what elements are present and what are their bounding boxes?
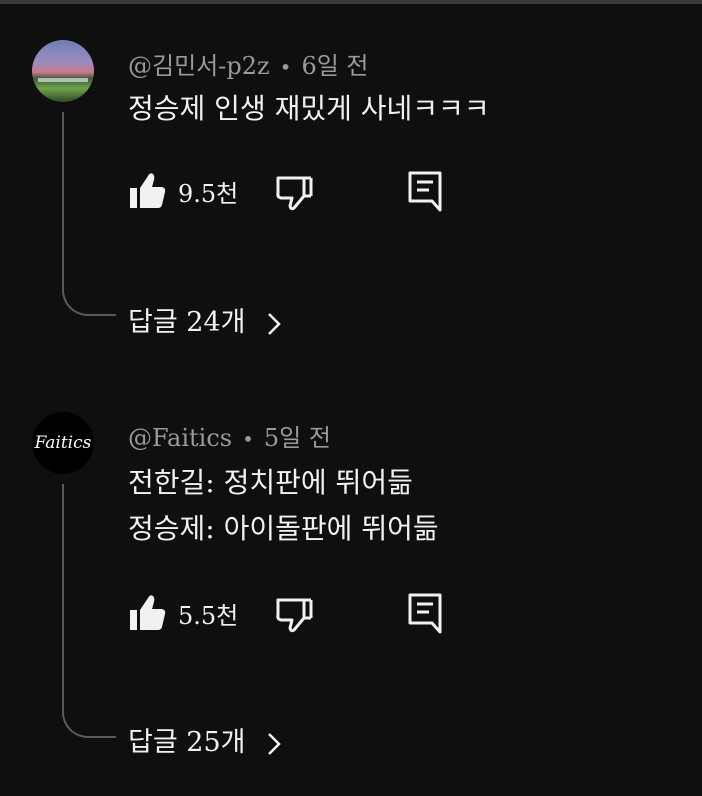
faitics-logo-avatar: Faitics <box>34 433 92 453</box>
dislike-button[interactable] <box>274 590 314 634</box>
replies-label: 답글 25개 <box>128 727 246 758</box>
comment-time[interactable]: 6일 전 <box>301 52 368 80</box>
thread-connector <box>62 112 116 316</box>
comment-header: @Faitics • 5일 전 <box>128 418 331 453</box>
avatar[interactable] <box>32 40 94 102</box>
view-replies-button[interactable]: 답글 25개 <box>128 720 282 759</box>
comment-text: 전한길: 정치판에 뛰어듦 정승제: 아이돌판에 뛰어듦 <box>128 460 439 552</box>
thumbs-down-icon <box>276 598 313 633</box>
like-count: 9.5천 <box>178 180 239 208</box>
like-button[interactable] <box>128 168 168 212</box>
comment-thread: Faitics @Faitics • 5일 전 전한길: 정치판에 뛰어듦 정승제:… <box>0 380 702 796</box>
avatar[interactable]: Faitics <box>32 412 94 474</box>
comment-icon <box>408 171 442 212</box>
thread-connector <box>62 484 116 738</box>
thumbs-up-icon <box>130 595 166 630</box>
dislike-button[interactable] <box>274 168 314 212</box>
separator-dot: • <box>242 427 254 451</box>
chevron-right-icon <box>268 312 281 335</box>
comment-text: 정승제 인생 재밌게 사네ㅋㅋㅋ <box>128 86 490 132</box>
thumbs-down-icon <box>276 176 313 211</box>
stadium-photo-avatar <box>32 40 94 102</box>
replies-label: 답글 24개 <box>128 307 246 338</box>
comment-line: 정승제: 아이돌판에 뛰어듦 <box>128 512 439 545</box>
chevron-right-icon <box>268 732 281 755</box>
like-button[interactable] <box>128 590 168 634</box>
reply-button[interactable] <box>406 168 446 212</box>
thumbs-up-icon <box>130 173 166 208</box>
comment-line: 전한길: 정치판에 뛰어듦 <box>128 466 413 499</box>
like-count: 5.5천 <box>178 602 239 630</box>
separator-dot: • <box>279 55 292 79</box>
view-replies-button[interactable]: 답글 24개 <box>128 300 282 339</box>
comment-author[interactable]: @김민서-p2z <box>128 52 270 80</box>
comment-actions: 5.5천 <box>128 590 548 634</box>
reply-button[interactable] <box>406 590 446 634</box>
comment-line: 정승제 인생 재밌게 사네ㅋㅋㅋ <box>128 92 490 125</box>
comment-icon <box>408 593 442 634</box>
comment-author[interactable]: @Faitics <box>128 424 232 452</box>
comment-thread: @김민서-p2z • 6일 전 정승제 인생 재밌게 사네ㅋㅋㅋ 9.5천 답글… <box>0 0 702 380</box>
comment-header: @김민서-p2z • 6일 전 <box>128 46 369 81</box>
comment-actions: 9.5천 <box>128 168 548 212</box>
comment-time[interactable]: 5일 전 <box>264 424 331 452</box>
